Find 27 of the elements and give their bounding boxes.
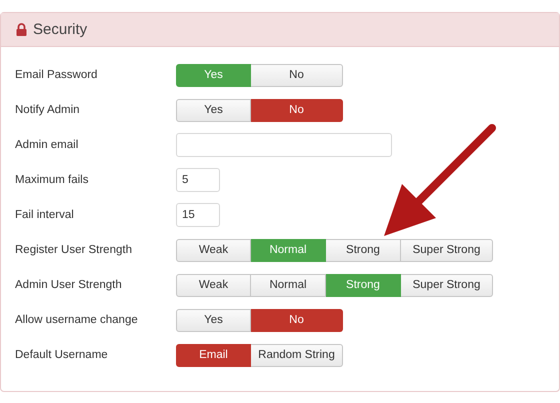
- option-button[interactable]: Weak: [176, 274, 251, 296]
- option-button[interactable]: No: [251, 308, 343, 332]
- field-label: Register User Strength: [15, 244, 133, 256]
- option-button[interactable]: No: [251, 64, 343, 86]
- option-button[interactable]: No: [251, 98, 343, 122]
- input-field[interactable]: [176, 133, 392, 157]
- option-button[interactable]: Weak: [176, 238, 251, 262]
- option-button[interactable]: Super Strong: [401, 238, 493, 262]
- input-field[interactable]: 5: [176, 168, 220, 192]
- option-button[interactable]: Yes: [176, 98, 251, 122]
- input-field[interactable]: 15: [176, 203, 220, 227]
- field-label: Fail interval: [15, 209, 75, 221]
- option-button[interactable]: Yes: [176, 308, 251, 332]
- field-label: Maximum fails: [15, 174, 90, 186]
- panel-title: Security: [33, 21, 88, 38]
- field-label: Email Password: [15, 69, 98, 81]
- option-button[interactable]: Random String: [251, 344, 343, 366]
- field-label: Allow username change: [15, 314, 139, 326]
- option-button[interactable]: Email: [176, 344, 251, 366]
- option-button[interactable]: Super Strong: [401, 274, 493, 296]
- field-label: Admin email: [15, 139, 80, 151]
- option-button[interactable]: Strong: [326, 238, 401, 262]
- option-button[interactable]: Normal: [251, 274, 326, 296]
- field-label: Admin User Strength: [15, 279, 123, 291]
- field-label: Notify Admin: [15, 104, 81, 116]
- field-label: Default Username: [15, 349, 109, 361]
- lock-icon: [16, 23, 27, 36]
